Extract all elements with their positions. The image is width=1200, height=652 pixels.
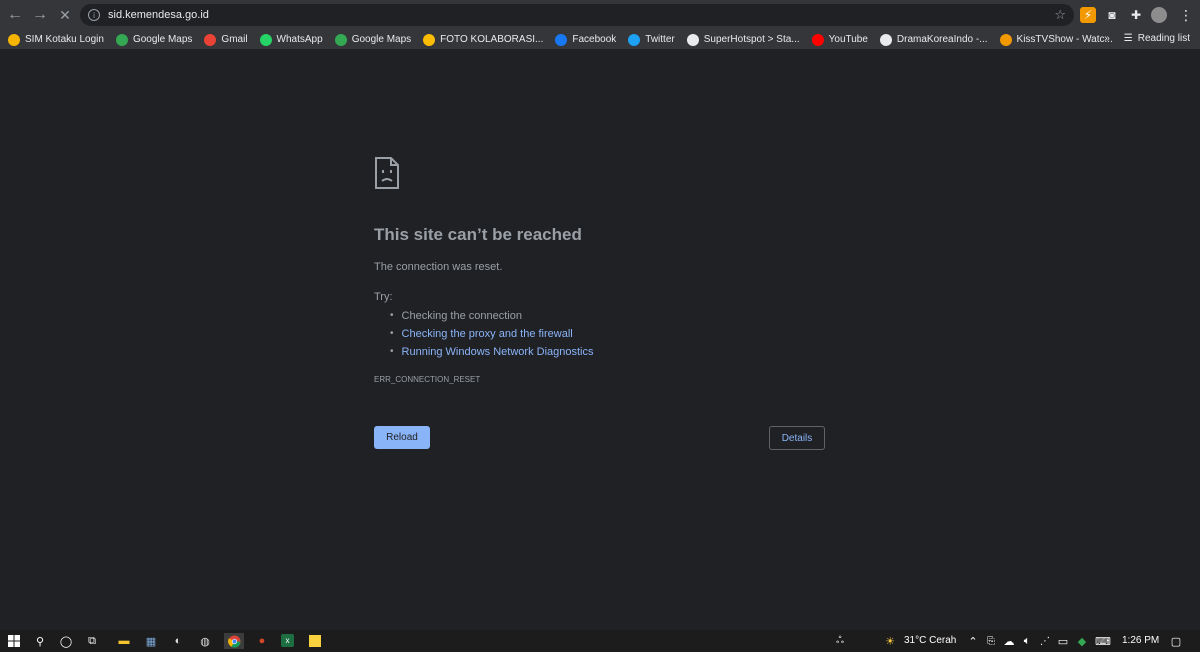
details-button[interactable]: Details [769, 426, 825, 450]
bookmark-label: Gmail [221, 34, 248, 45]
bookmark-item[interactable]: Google Maps [334, 33, 412, 46]
error-title: This site can’t be reached [374, 225, 582, 244]
keyboard-icon[interactable]: ⌨ [1095, 633, 1111, 649]
bookmark-label: Twitter [645, 34, 675, 45]
paint-icon[interactable]: ◐ [170, 633, 186, 649]
clock[interactable]: 1:26 PM [1122, 635, 1159, 646]
weather-text[interactable]: 31°C Cerah [904, 635, 956, 646]
windows-start-icon[interactable] [6, 633, 22, 649]
bookmark-label: DramaKoreaIndo -... [896, 34, 988, 45]
kisstv-icon [999, 33, 1012, 46]
file-explorer-icon[interactable]: ▬ [116, 633, 132, 649]
suggestion-link-diagnostics[interactable]: Running Windows Network Diagnostics [402, 345, 594, 359]
suggestion-link-proxy[interactable]: Checking the proxy and the firewall [402, 327, 573, 341]
chevron-up-icon[interactable]: ⌃ [965, 633, 981, 649]
bookmark-item[interactable]: DramaKoreaIndo -... [879, 33, 988, 46]
bookmark-item[interactable]: KissTVShow - Watc... [999, 33, 1113, 46]
menu-icon[interactable]: ⋮ [1178, 7, 1194, 23]
suggestion-item[interactable]: Checking the proxy and the firewall [390, 325, 593, 343]
suggestion-item[interactable]: Running Windows Network Diagnostics [390, 343, 594, 361]
bookmark-label: Google Maps [132, 34, 193, 45]
bookmark-item[interactable]: Twitter [628, 33, 675, 46]
task-view-icon[interactable]: ⧉ [84, 633, 100, 649]
bookmarks-right: » ☰ Reading list [1104, 33, 1190, 44]
bookmark-star-icon[interactable]: ☆ [1054, 7, 1066, 23]
bookmark-label: KissTVShow - Watc... [1016, 34, 1113, 45]
profile-avatar[interactable] [1151, 7, 1167, 23]
forward-button[interactable]: → [29, 4, 51, 26]
bookmark-item[interactable]: FOTO KOLABORASI... [423, 33, 544, 46]
bookmark-label: SuperHotspot > Sta... [703, 34, 800, 45]
security-icon[interactable]: ◆ [1074, 633, 1090, 649]
error-description: The connection was reset. [374, 261, 503, 273]
bookmark-label: Google Maps [351, 34, 412, 45]
bookmark-item[interactable]: YouTube [811, 33, 868, 46]
reload-button[interactable]: Reload [374, 426, 430, 449]
youtube-icon [811, 33, 824, 46]
error-code: ERR_CONNECTION_RESET [374, 375, 481, 384]
bookmark-item[interactable]: SIM Kotaku Login [8, 33, 104, 46]
whatsapp-icon [259, 33, 272, 46]
people-icon[interactable]: ஃ [832, 633, 848, 649]
calculator-icon[interactable]: ▦ [143, 633, 159, 649]
maps-icon [334, 33, 347, 46]
onedrive-icon[interactable]: ☁ [1001, 633, 1017, 649]
bookmark-label: WhatsApp [276, 34, 323, 45]
twitter-icon [628, 33, 641, 46]
tray-app-icon[interactable]: ⎘ [983, 633, 999, 649]
globe-icon [686, 33, 699, 46]
bookmarks-bar: SIM Kotaku Login Google Maps Gmail WhatsApp… [0, 30, 1200, 50]
windows-taskbar: ⚲ ◯ ⧉ ▬ ▦ ◐ ◍ ● x ஃ ☀ 31°C Cerah ⌃ ⎘ ☁ 🔈… [0, 630, 1200, 652]
bookmark-item[interactable]: WhatsApp [259, 33, 323, 46]
browser-toolbar: ← → ✕ i sid.kemendesa.go.id ☆ ⚡ ◙ ✚ ⋮ [0, 0, 1200, 30]
sad-document-icon [375, 157, 399, 189]
url-text: sid.kemendesa.go.id [108, 9, 209, 21]
bookmark-item[interactable]: Facebook [555, 33, 617, 46]
bookmark-label: YouTube [828, 34, 868, 45]
suggestion-text: Checking the connection [401, 310, 522, 322]
facebook-icon [555, 33, 568, 46]
chrome-taskbar-icon[interactable] [224, 633, 244, 649]
cortana-icon[interactable]: ◯ [58, 633, 74, 649]
bookmark-item[interactable]: Gmail [204, 33, 248, 46]
bookmark-item[interactable]: Google Maps [115, 33, 193, 46]
excel-icon[interactable]: x [281, 634, 294, 647]
wordpress-icon [879, 33, 892, 46]
weather-icon[interactable]: ☀ [882, 633, 898, 649]
reading-list-button[interactable]: Reading list [1138, 33, 1190, 44]
bookmark-item[interactable]: SuperHotspot > Sta... [686, 33, 800, 46]
wifi-icon[interactable]: ⋰ [1037, 633, 1053, 649]
try-label: Try: [374, 291, 393, 303]
extension-icon[interactable]: ⚡ [1080, 7, 1096, 23]
app-icon[interactable]: ◍ [197, 633, 213, 649]
site-info-icon[interactable]: i [88, 9, 100, 21]
search-icon[interactable]: ⚲ [32, 633, 48, 649]
stop-loading-button[interactable]: ✕ [54, 4, 76, 26]
extensions-puzzle-icon[interactable]: ✚ [1128, 7, 1144, 23]
gmail-icon [204, 33, 217, 46]
maps-icon [115, 33, 128, 46]
address-bar[interactable]: i sid.kemendesa.go.id ☆ [80, 4, 1074, 26]
volume-icon[interactable]: 🔈︎ [1019, 633, 1035, 649]
error-page: This site can’t be reached The connectio… [0, 51, 1200, 630]
bookmark-label: FOTO KOLABORASI... [440, 34, 544, 45]
notifications-icon[interactable]: ▢ [1168, 633, 1184, 649]
suggestions-list: Checking the connection Checking the pro… [390, 307, 594, 361]
drive-icon [423, 33, 436, 46]
battery-icon[interactable]: ▭ [1055, 633, 1071, 649]
back-button[interactable]: ← [4, 4, 26, 26]
bookmark-label: SIM Kotaku Login [25, 34, 104, 45]
more-bookmarks-button[interactable]: » [1104, 33, 1110, 44]
bookmark-label: Facebook [572, 34, 617, 45]
suggestion-item: Checking the connection [390, 307, 593, 325]
reading-list-icon[interactable]: ☰ [1124, 33, 1133, 44]
powerpoint-icon[interactable]: ● [254, 633, 270, 649]
camera-icon[interactable]: ◙ [1104, 7, 1120, 23]
sticky-notes-icon[interactable] [309, 635, 321, 647]
kotaku-icon [8, 33, 20, 46]
